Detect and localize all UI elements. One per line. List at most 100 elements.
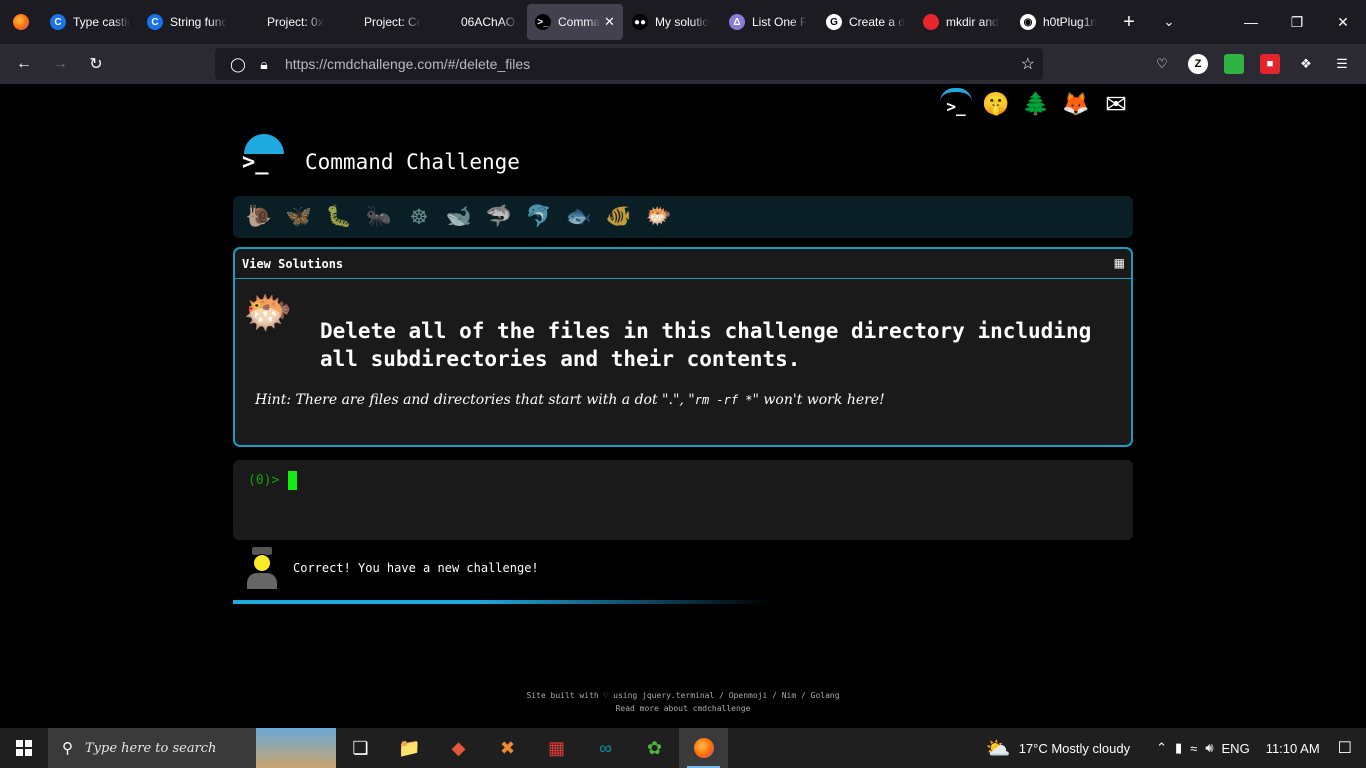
brand: >_ Command Challenge: [238, 134, 520, 182]
tab-label: List One F: [752, 15, 808, 29]
tab-favicon-icon: C: [147, 14, 163, 30]
notifications-icon[interactable]: ☐: [1338, 738, 1352, 758]
browser-tab[interactable]: 06AChAO.png: [430, 4, 526, 40]
task-view-icon[interactable]: ❏: [336, 728, 385, 768]
restore-icon[interactable]: ❐: [1274, 0, 1320, 44]
ant-level-icon[interactable]: 🐜: [359, 197, 399, 237]
footer-about-link[interactable]: Read more about cmdchallenge: [0, 702, 1366, 715]
browser-tab[interactable]: C Type castin: [42, 4, 138, 40]
page-content: >_ 🤫 🌲 🦊 ✉ >_ Command Challenge 🐌 🦋 🐛 🐜 ☸ 🐋 🦈 🐬 🐟 🐠 🐡 …: [0, 84, 1366, 728]
tray-overflow-chevron-icon[interactable]: ⌃: [1156, 740, 1167, 756]
clock[interactable]: 11:10 AM: [1266, 741, 1320, 756]
new-tab-button[interactable]: +: [1109, 4, 1149, 40]
footer: Site built with ♡ using jquery.terminal …: [0, 689, 1366, 715]
back-arrow-icon[interactable]: ←: [6, 48, 42, 80]
dharma-wheel-level-icon[interactable]: ☸: [399, 197, 439, 237]
view-solutions-link[interactable]: View Solutions: [235, 249, 1131, 279]
cmdchallenge-logo-icon[interactable]: >_: [238, 134, 286, 182]
browser-tab[interactable]: ●● My solutio: [624, 4, 720, 40]
tab-favicon-icon: ◉: [1020, 14, 1036, 30]
address-bar[interactable]: ◯ 🔒︎ https://cmdchallenge.com/#/delete_f…: [215, 48, 1043, 80]
battery-icon[interactable]: ▮: [1175, 740, 1182, 756]
language-indicator[interactable]: ENG: [1222, 741, 1250, 756]
tab-favicon-icon: C: [50, 14, 66, 30]
challenge-description: Delete all of the files in this challeng…: [320, 319, 1092, 371]
mail-icon[interactable]: ✉: [1100, 88, 1132, 120]
tree-icon[interactable]: 🌲: [1020, 88, 1052, 120]
arduino-icon[interactable]: ∞: [581, 728, 630, 768]
tab-favicon-icon: Δ: [729, 14, 745, 30]
blowfish-level-icon[interactable]: 🐡: [639, 197, 679, 237]
wifi-icon[interactable]: ≈: [1190, 741, 1197, 756]
browser-tab-strip: C Type castin C String func Project: 0x Proje…: [0, 0, 1366, 44]
system-tray: ⛅ 17°C Mostly cloudy ⌃ ▮ ≈ 🔊︎ ENG 11:10 …: [986, 728, 1366, 768]
minimize-icon[interactable]: —: [1228, 0, 1274, 44]
taskbar-search[interactable]: ⚲ Type here to search: [48, 728, 336, 768]
tab-label: Create a d: [849, 15, 906, 29]
browser-tab[interactable]: G Create a d: [818, 4, 914, 40]
browser-tab[interactable]: mkdir and: [915, 4, 1011, 40]
tab-label: My solutio: [655, 15, 710, 29]
file-explorer-icon[interactable]: 📁: [385, 728, 434, 768]
browser-tab[interactable]: >_ Comma ✕: [527, 4, 623, 40]
terminal[interactable]: (0)>: [233, 460, 1133, 540]
shark-level-icon[interactable]: 🦈: [479, 197, 519, 237]
cmdchallenge-icon[interactable]: >_: [940, 88, 972, 120]
volume-icon[interactable]: 🔊︎: [1205, 740, 1213, 756]
dolphin-level-icon[interactable]: 🐬: [519, 197, 559, 237]
green-extension-icon[interactable]: [1224, 54, 1244, 74]
page-title: Command Challenge: [305, 150, 520, 174]
student-avatar-icon: [246, 547, 278, 589]
browser-tab[interactable]: Δ List One F: [721, 4, 817, 40]
bookmark-star-icon[interactable]: ☆: [1021, 54, 1035, 74]
search-placeholder: Type here to search: [85, 740, 217, 756]
top-links: >_ 🤫 🌲 🦊 ✉: [940, 88, 1132, 120]
firefox-taskbar-icon[interactable]: [679, 728, 728, 768]
git-icon[interactable]: ◆: [434, 728, 483, 768]
tab-favicon-icon: [438, 14, 454, 30]
windows-start-icon[interactable]: [0, 728, 48, 768]
gitlab-icon[interactable]: 🦊: [1060, 88, 1092, 120]
lock-icon[interactable]: 🔒︎: [251, 56, 277, 73]
feedback-message: Correct! You have a new challenge!: [246, 547, 539, 589]
browser-tab[interactable]: Project: Co: [333, 4, 429, 40]
terminal-cursor[interactable]: [288, 471, 297, 490]
tab-favicon-icon: [923, 14, 939, 30]
tab-close-icon[interactable]: ✕: [604, 14, 615, 30]
tab-label: Project: Co: [364, 15, 421, 29]
snail-level-icon[interactable]: 🐌: [239, 197, 279, 237]
butterfly-level-icon[interactable]: 🦋: [279, 197, 319, 237]
tracking-shield-icon[interactable]: ◯: [225, 56, 251, 73]
expand-icon[interactable]: ▦: [1114, 256, 1125, 270]
url-text[interactable]: https://cmdchallenge.com/#/delete_files: [285, 56, 530, 72]
footer-credits[interactable]: Site built with ♡ using jquery.terminal …: [0, 689, 1366, 702]
tab-label: 06AChAO.png: [461, 15, 518, 29]
editor-app-icon[interactable]: ▦: [532, 728, 581, 768]
firefox-menu-icon[interactable]: [0, 0, 42, 44]
shush-face-icon[interactable]: 🤫: [980, 88, 1012, 120]
forward-arrow-icon[interactable]: →: [42, 48, 78, 80]
xampp-icon[interactable]: ✖: [483, 728, 532, 768]
browser-tab[interactable]: ◉ h0tPlug1n: [1012, 4, 1108, 40]
browser-tab[interactable]: Project: 0x: [236, 4, 332, 40]
tropical-fish-level-icon[interactable]: 🐠: [599, 197, 639, 237]
terminal-prompt: (0)>: [248, 473, 280, 488]
browser-tab[interactable]: C String func: [139, 4, 235, 40]
caterpillar-level-icon[interactable]: 🐛: [319, 197, 359, 237]
tab-favicon-icon: [341, 14, 357, 30]
fish-level-icon[interactable]: 🐟: [559, 197, 599, 237]
list-all-tabs-icon[interactable]: ⌄: [1149, 4, 1189, 40]
weather-widget[interactable]: ⛅ 17°C Mostly cloudy: [986, 736, 1130, 761]
zotero-extension-icon[interactable]: Z: [1188, 54, 1208, 74]
progress-line: [233, 600, 773, 604]
level-navigation: 🐌 🦋 🐛 🐜 ☸ 🐋 🦈 🐬 🐟 🐠 🐡: [233, 196, 1133, 238]
tab-label: h0tPlug1n: [1043, 15, 1098, 29]
extensions-puzzle-icon[interactable]: ❖: [1296, 54, 1316, 74]
reload-icon[interactable]: ↻: [78, 48, 114, 80]
hamburger-menu-icon[interactable]: ☰: [1332, 54, 1352, 74]
whale-level-icon[interactable]: 🐋: [439, 197, 479, 237]
window-close-icon[interactable]: ✕: [1320, 0, 1366, 44]
red-extension-icon[interactable]: ■: [1260, 54, 1280, 74]
pocket-icon[interactable]: ♡: [1152, 54, 1172, 74]
mongodb-icon[interactable]: ✿: [630, 728, 679, 768]
